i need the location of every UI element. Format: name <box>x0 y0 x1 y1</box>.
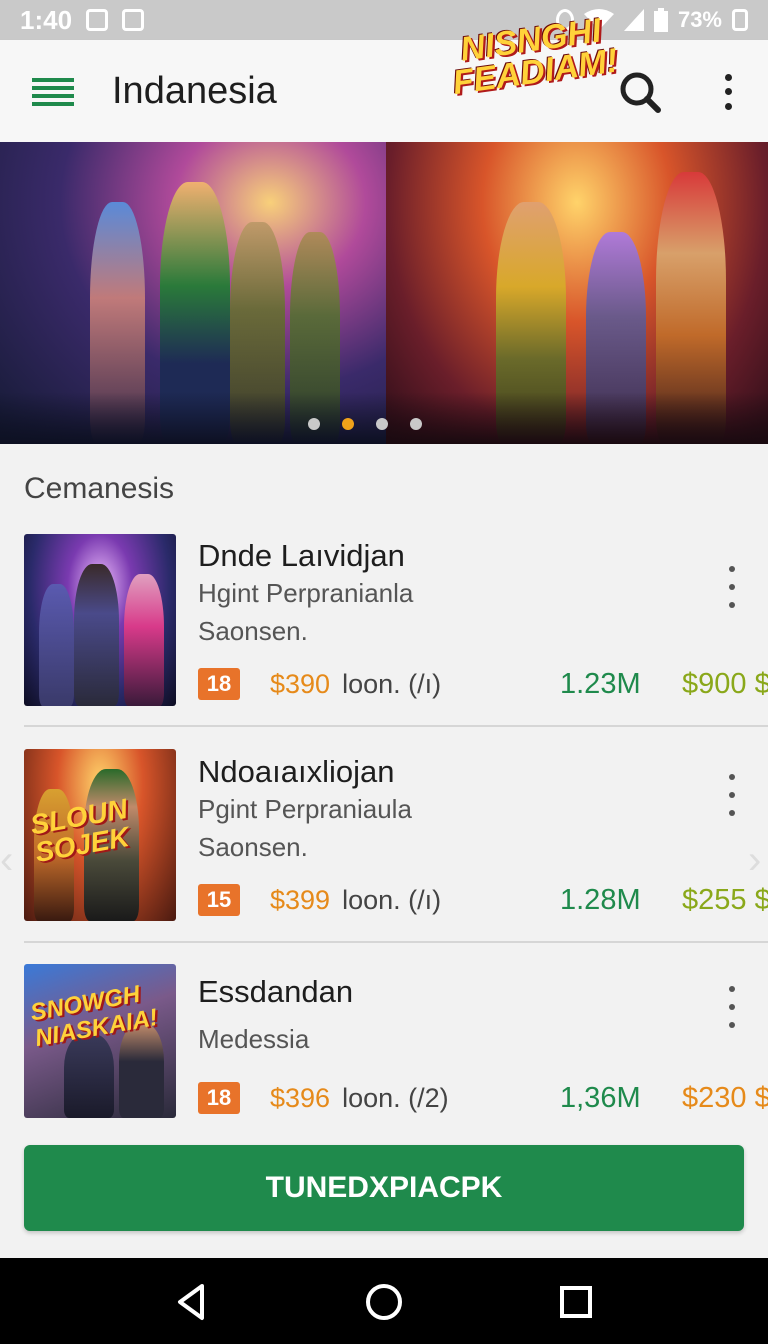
item-overflow-icon[interactable] <box>722 768 742 822</box>
page-title: Indanesia <box>112 70 277 112</box>
item-subtitle: Pgint Perpraniaula <box>198 794 412 824</box>
item-subtitle-2: Saonsen. <box>198 832 308 862</box>
item-meta: 15 $399 loon. (/ı) 1.28M $255 $ <box>198 880 768 920</box>
carousel-dot-active[interactable] <box>342 418 354 430</box>
app-thumbnail: SNOWGH NIASKAIA! <box>24 964 176 1118</box>
item-overflow-icon[interactable] <box>722 980 742 1034</box>
age-rating-badge: 18 <box>198 1082 240 1114</box>
item-title: Dnde Laıvidjan <box>198 538 405 573</box>
item-subtitle-2: Saonsen. <box>198 616 308 646</box>
item-price: $390 <box>270 668 331 699</box>
banner-art-right <box>386 142 768 444</box>
app-bar: Indanesia <box>0 40 768 142</box>
item-note: loon. (/2) <box>342 1082 449 1113</box>
item-title: Ndoaıaıxliojan <box>198 754 395 789</box>
carousel-dot[interactable] <box>410 418 422 430</box>
section-title: Cemanesis <box>24 472 175 505</box>
back-icon[interactable] <box>172 1282 212 1322</box>
item-sale-price: $230 $ <box>682 1081 768 1114</box>
menu-icon[interactable] <box>32 78 74 108</box>
divider <box>24 725 768 727</box>
item-note: loon. (/ı) <box>342 668 442 699</box>
item-subtitle: Hgint Perpranianla <box>198 578 414 608</box>
battery-icon <box>653 8 668 32</box>
carousel-indicator <box>308 418 422 430</box>
item-title: Essdandan <box>198 974 354 1009</box>
item-sale-price: $900 $ <box>682 667 768 700</box>
app-thumbnail <box>24 534 176 706</box>
carousel-dot[interactable] <box>376 418 388 430</box>
item-price: $396 <box>270 1082 331 1113</box>
list-item[interactable]: Dnde Laıvidjan Hgint Perpranianla Saonse… <box>0 530 768 746</box>
home-icon[interactable] <box>364 1282 404 1322</box>
banner-art-left <box>0 142 386 444</box>
overflow-menu-icon[interactable] <box>712 70 744 114</box>
status-bar: 1:40 73% <box>0 0 768 40</box>
item-overflow-icon[interactable] <box>722 560 742 614</box>
item-subtitle: Medessia <box>198 1024 310 1054</box>
image-notification-icon <box>122 9 145 31</box>
item-size: 1.28M <box>560 883 641 916</box>
featured-banner[interactable] <box>0 142 768 444</box>
signal-icon <box>623 9 644 31</box>
item-size: 1,36M <box>560 1081 641 1114</box>
item-meta: 18 $390 loon. (/ı) 1.23M $900 $ <box>198 664 768 704</box>
item-price: $399 <box>270 884 331 915</box>
app-thumbnail: SLOUN SOJEK <box>24 749 176 921</box>
notification-icon <box>86 9 109 31</box>
search-icon[interactable] <box>618 70 662 114</box>
battery-percent: 73% <box>677 7 722 32</box>
system-nav-bar <box>0 1258 768 1344</box>
item-sale-price: $255 $ <box>682 883 768 916</box>
primary-action-button[interactable]: TUNEDXPIACPK <box>24 1145 744 1231</box>
age-rating-badge: 15 <box>198 884 240 916</box>
status-time: 1:40 <box>20 4 73 35</box>
carousel-dot[interactable] <box>308 418 320 430</box>
divider <box>24 941 768 943</box>
item-meta: 18 $396 loon. (/2) 1,36M $230 $ <box>198 1078 768 1118</box>
battery-saver-icon <box>732 9 748 31</box>
age-rating-badge: 18 <box>198 668 240 700</box>
item-size: 1.23M <box>560 667 641 700</box>
list-item[interactable]: SLOUN SOJEK Ndoaıaıxliojan Pgint Perpran… <box>0 746 768 962</box>
item-note: loon. (/ı) <box>342 884 442 915</box>
recents-icon[interactable] <box>556 1282 596 1322</box>
